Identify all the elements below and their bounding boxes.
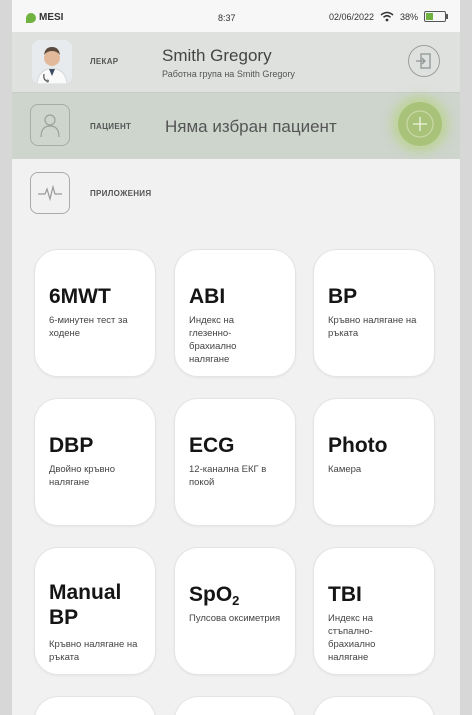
logout-button[interactable] <box>408 45 440 77</box>
patient-row[interactable]: ПАЦИЕНТ Няма избран пациент <box>12 93 460 159</box>
tile-desc: Индекс на стъпално-брахиално налягане <box>328 613 376 663</box>
tile-desc: Индекс на глезенно-брахиално налягане <box>189 315 237 365</box>
doctor-group: Работна група на Smith Gregory <box>162 69 295 79</box>
tile-title: SpO2 <box>189 582 239 613</box>
tile-desc: 12-канална ЕКГ в покой <box>189 464 267 488</box>
doctor-name: Smith Gregory <box>162 46 272 65</box>
patient-status: Няма избран пациент <box>165 117 337 136</box>
tile-title: Manual BP <box>49 580 121 630</box>
battery-percent: 38% <box>399 11 418 22</box>
apps-row: ПРИЛОЖЕНИЯ <box>12 160 460 224</box>
tile-title: ABI <box>189 285 226 308</box>
tile-desc: Кръвно налягане на ръката <box>49 639 138 663</box>
add-patient-icon <box>406 110 434 138</box>
tile-ecg[interactable]: ECG 12-канална ЕКГ в покой <box>174 398 296 526</box>
mesi-logo-icon <box>26 12 36 23</box>
tile-6mwt[interactable]: 6MWT 6-минутен тест за ходене <box>34 249 156 377</box>
tile-title: Photo <box>328 434 388 457</box>
tile-manual-bp[interactable]: Manual BP Кръвно налягане на ръката <box>34 547 156 675</box>
tile-title-line2: BP <box>49 606 79 629</box>
tile-partial[interactable] <box>174 696 296 715</box>
status-brand: MESI <box>26 12 63 23</box>
apps-label: ПРИЛОЖЕНИЯ <box>90 189 152 198</box>
tile-title: DBP <box>49 434 94 457</box>
brand-text: MESI <box>39 12 64 23</box>
pulse-wave-icon <box>30 172 70 214</box>
tile-desc: 6-минутен тест за ходене <box>49 315 128 339</box>
status-bar: MESI 8:37 02/06/2022 38% <box>12 0 460 32</box>
tile-title: TBI <box>328 583 362 606</box>
wifi-icon <box>380 11 394 22</box>
tile-desc: Кръвно налягане на ръката <box>328 315 417 339</box>
doctor-label: ЛЕКАР <box>90 57 119 66</box>
tile-desc: Двойно кръвно налягане <box>49 464 116 488</box>
tile-dbp[interactable]: DBP Двойно кръвно налягане <box>34 398 156 526</box>
patient-person-icon <box>30 104 70 146</box>
tile-spo2[interactable]: SpO2 Пулсова оксиметрия <box>174 547 296 675</box>
tile-bp[interactable]: BP Кръвно налягане на ръката <box>313 249 435 377</box>
doctor-row[interactable]: ЛЕКАР Smith Gregory Работна група на Smi… <box>12 32 460 93</box>
tile-photo[interactable]: Photo Камера <box>313 398 435 526</box>
tile-title: 6MWT <box>49 285 111 308</box>
tile-partial[interactable] <box>313 696 435 715</box>
app-frame: MESI 8:37 02/06/2022 38% ЛЕКАР Smith Gre… <box>12 0 460 715</box>
tile-title-line1: Manual <box>49 581 122 604</box>
tile-tbi[interactable]: TBI Индекс на стъпално-брахиално наляган… <box>313 547 435 675</box>
status-right: 02/06/2022 38% <box>328 11 448 22</box>
tile-partial[interactable] <box>34 696 156 715</box>
tile-abi[interactable]: ABI Индекс на глезенно-брахиално наляган… <box>174 249 296 377</box>
battery-icon <box>424 11 448 22</box>
tile-title-sub: 2 <box>232 593 240 608</box>
add-patient-button[interactable] <box>398 102 442 146</box>
tile-title: BP <box>328 285 358 308</box>
patient-label: ПАЦИЕНТ <box>90 122 132 131</box>
tile-desc: Пулсова оксиметрия <box>189 613 281 624</box>
battery-fill <box>426 13 433 20</box>
logout-icon <box>416 53 431 69</box>
tile-desc: Камера <box>328 464 362 475</box>
tile-title: ECG <box>189 434 235 457</box>
doctor-avatar <box>32 40 72 84</box>
tile-title-main: SpO <box>189 583 233 606</box>
status-time: 8:37 <box>218 13 236 23</box>
status-date: 02/06/2022 <box>328 11 374 22</box>
